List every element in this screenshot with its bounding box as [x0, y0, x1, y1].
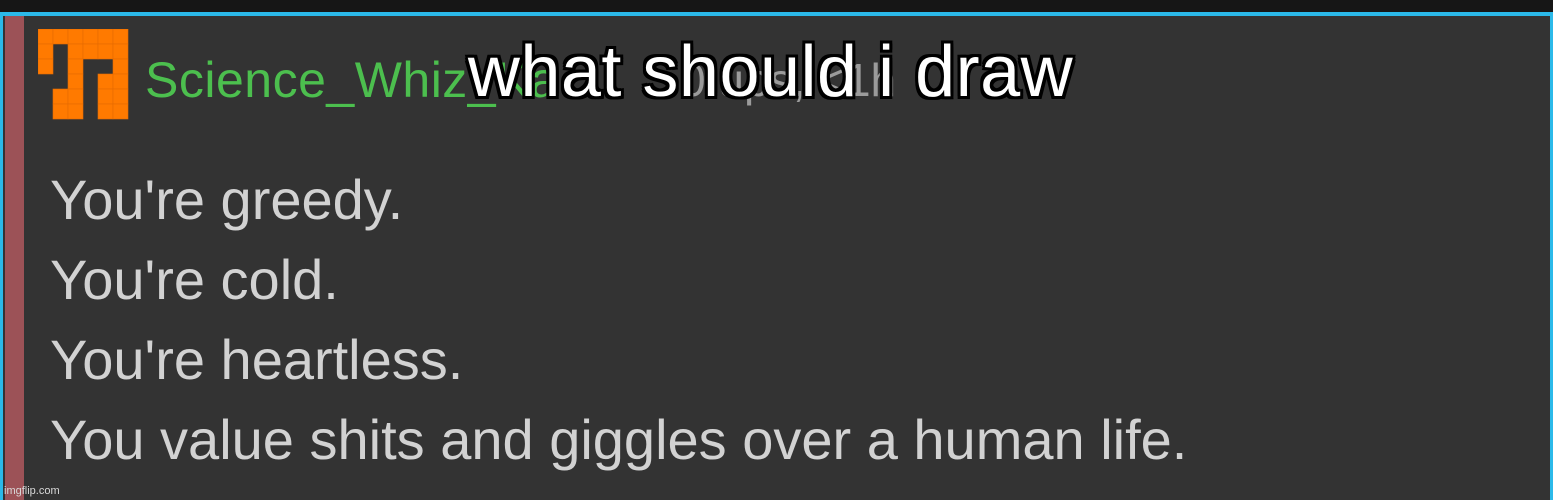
- comment-message: You're greedy. You're cold. You're heart…: [50, 160, 1510, 480]
- imgflip-watermark: imgflip.com: [4, 485, 60, 497]
- meme-caption: what should i draw: [467, 32, 1074, 112]
- message-line-2: You're cold.: [50, 248, 339, 311]
- message-line-1: You're greedy.: [50, 168, 404, 231]
- message-line-4: You value shits and giggles over a human…: [50, 408, 1188, 471]
- message-line-3: You're heartless.: [50, 328, 464, 391]
- top-dark-bar: [0, 0, 1553, 12]
